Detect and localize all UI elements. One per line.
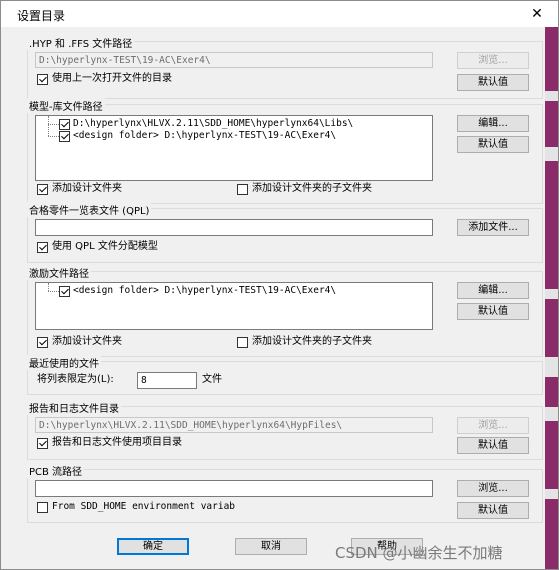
stimulus-path-item[interactable]: <design folder> D:\hyperlynx-TEST\19-AC\… — [73, 285, 336, 297]
close-icon[interactable]: ✕ — [527, 4, 547, 24]
qpl-add-file-button[interactable]: 添加文件... — [457, 219, 529, 236]
stimulus-add-design-checkbox[interactable] — [37, 337, 48, 348]
model-add-design-checkbox[interactable] — [37, 184, 48, 195]
stimulus-path-list: <design folder> D:\hyperlynx-TEST\19-AC\… — [35, 282, 433, 330]
qpl-group-label: 合格零件一览表文件 (QPL) — [27, 202, 152, 217]
stimulus-default-button[interactable]: 默认值 — [457, 303, 529, 320]
recent-limit-unit: 文件 — [202, 374, 222, 385]
model-edit-button[interactable]: 编辑... — [457, 115, 529, 132]
background-strip — [545, 27, 558, 569]
model-add-subfolder-label: 添加设计文件夹的子文件夹 — [252, 183, 372, 194]
recent-limit-input[interactable]: 8 — [137, 372, 197, 389]
use-last-dir-checkbox[interactable] — [37, 74, 48, 85]
watermark: CSDN @小幽余生不加糖 — [335, 544, 503, 562]
stimulus-add-subfolder-checkbox[interactable] — [237, 337, 248, 348]
pcb-browse-button[interactable]: 浏览... — [457, 480, 529, 497]
window-title: 设置目录 — [17, 9, 66, 23]
report-browse-button[interactable]: 浏览... — [457, 417, 529, 434]
stimulus-add-design-label: 添加设计文件夹 — [52, 336, 122, 347]
stimulus-path-group-label: 激励文件路径 — [27, 265, 91, 280]
hyp-path-field[interactable]: D:\hyperlynx-TEST\19-AC\Exer4\ — [35, 52, 433, 68]
model-path-item[interactable]: <design folder> D:\hyperlynx-TEST\19-AC\… — [73, 130, 336, 142]
ok-button[interactable]: 确定 — [117, 538, 189, 555]
recent-files-group-label: 最近使用的文件 — [27, 355, 101, 370]
report-use-project-label: 报告和日志文件使用项目目录 — [52, 437, 182, 448]
report-log-group-label: 报告和日志文件目录 — [27, 400, 121, 415]
hyp-browse-button[interactable]: 浏览... — [457, 52, 529, 69]
model-path-list: D:\hyperlynx\HLVX.2.11\SDD_HOME\hyperlyn… — [35, 115, 433, 181]
title-bar: 设置目录 ✕ — [1, 1, 558, 27]
cancel-button[interactable]: 取消 — [235, 538, 307, 555]
pcb-flow-group-label: PCB 流路径 — [27, 463, 85, 478]
sdd-home-label: From SDD_HOME environment variab — [52, 501, 236, 512]
model-add-subfolder-checkbox[interactable] — [237, 184, 248, 195]
model-path-checkbox[interactable] — [59, 131, 70, 142]
use-qpl-checkbox[interactable] — [37, 242, 48, 253]
model-default-button[interactable]: 默认值 — [457, 136, 529, 153]
model-path-checkbox[interactable] — [59, 119, 70, 130]
use-qpl-label: 使用 QPL 文件分配模型 — [52, 241, 158, 252]
model-add-design-label: 添加设计文件夹 — [52, 183, 122, 194]
pcb-default-button[interactable]: 默认值 — [457, 502, 529, 519]
qpl-path-field[interactable] — [35, 219, 433, 236]
stimulus-path-checkbox[interactable] — [59, 286, 70, 297]
report-path-field[interactable]: D:\hyperlynx\HLVX.2.11\SDD_HOME\hyperlyn… — [35, 417, 433, 433]
report-default-button[interactable]: 默认值 — [457, 437, 529, 454]
model-path-group-label: 模型-库文件路径 — [27, 98, 105, 113]
recent-limit-label: 将列表限定为(L): — [37, 374, 114, 385]
use-last-dir-label: 使用上一次打开文件的目录 — [52, 73, 172, 84]
stimulus-add-subfolder-label: 添加设计文件夹的子文件夹 — [252, 336, 372, 347]
sdd-home-checkbox[interactable] — [37, 502, 48, 513]
pcb-path-field[interactable] — [35, 480, 433, 497]
hyp-default-button[interactable]: 默认值 — [457, 74, 529, 91]
stimulus-edit-button[interactable]: 编辑... — [457, 282, 529, 299]
settings-dialog: 设置目录 ✕ .HYP 和 .FFS 文件路径 D:\hyperlynx-TES… — [0, 0, 559, 570]
report-use-project-checkbox[interactable] — [37, 438, 48, 449]
model-path-item[interactable]: D:\hyperlynx\HLVX.2.11\SDD_HOME\hyperlyn… — [73, 118, 353, 130]
hyp-path-group-label: .HYP 和 .FFS 文件路径 — [27, 35, 135, 50]
